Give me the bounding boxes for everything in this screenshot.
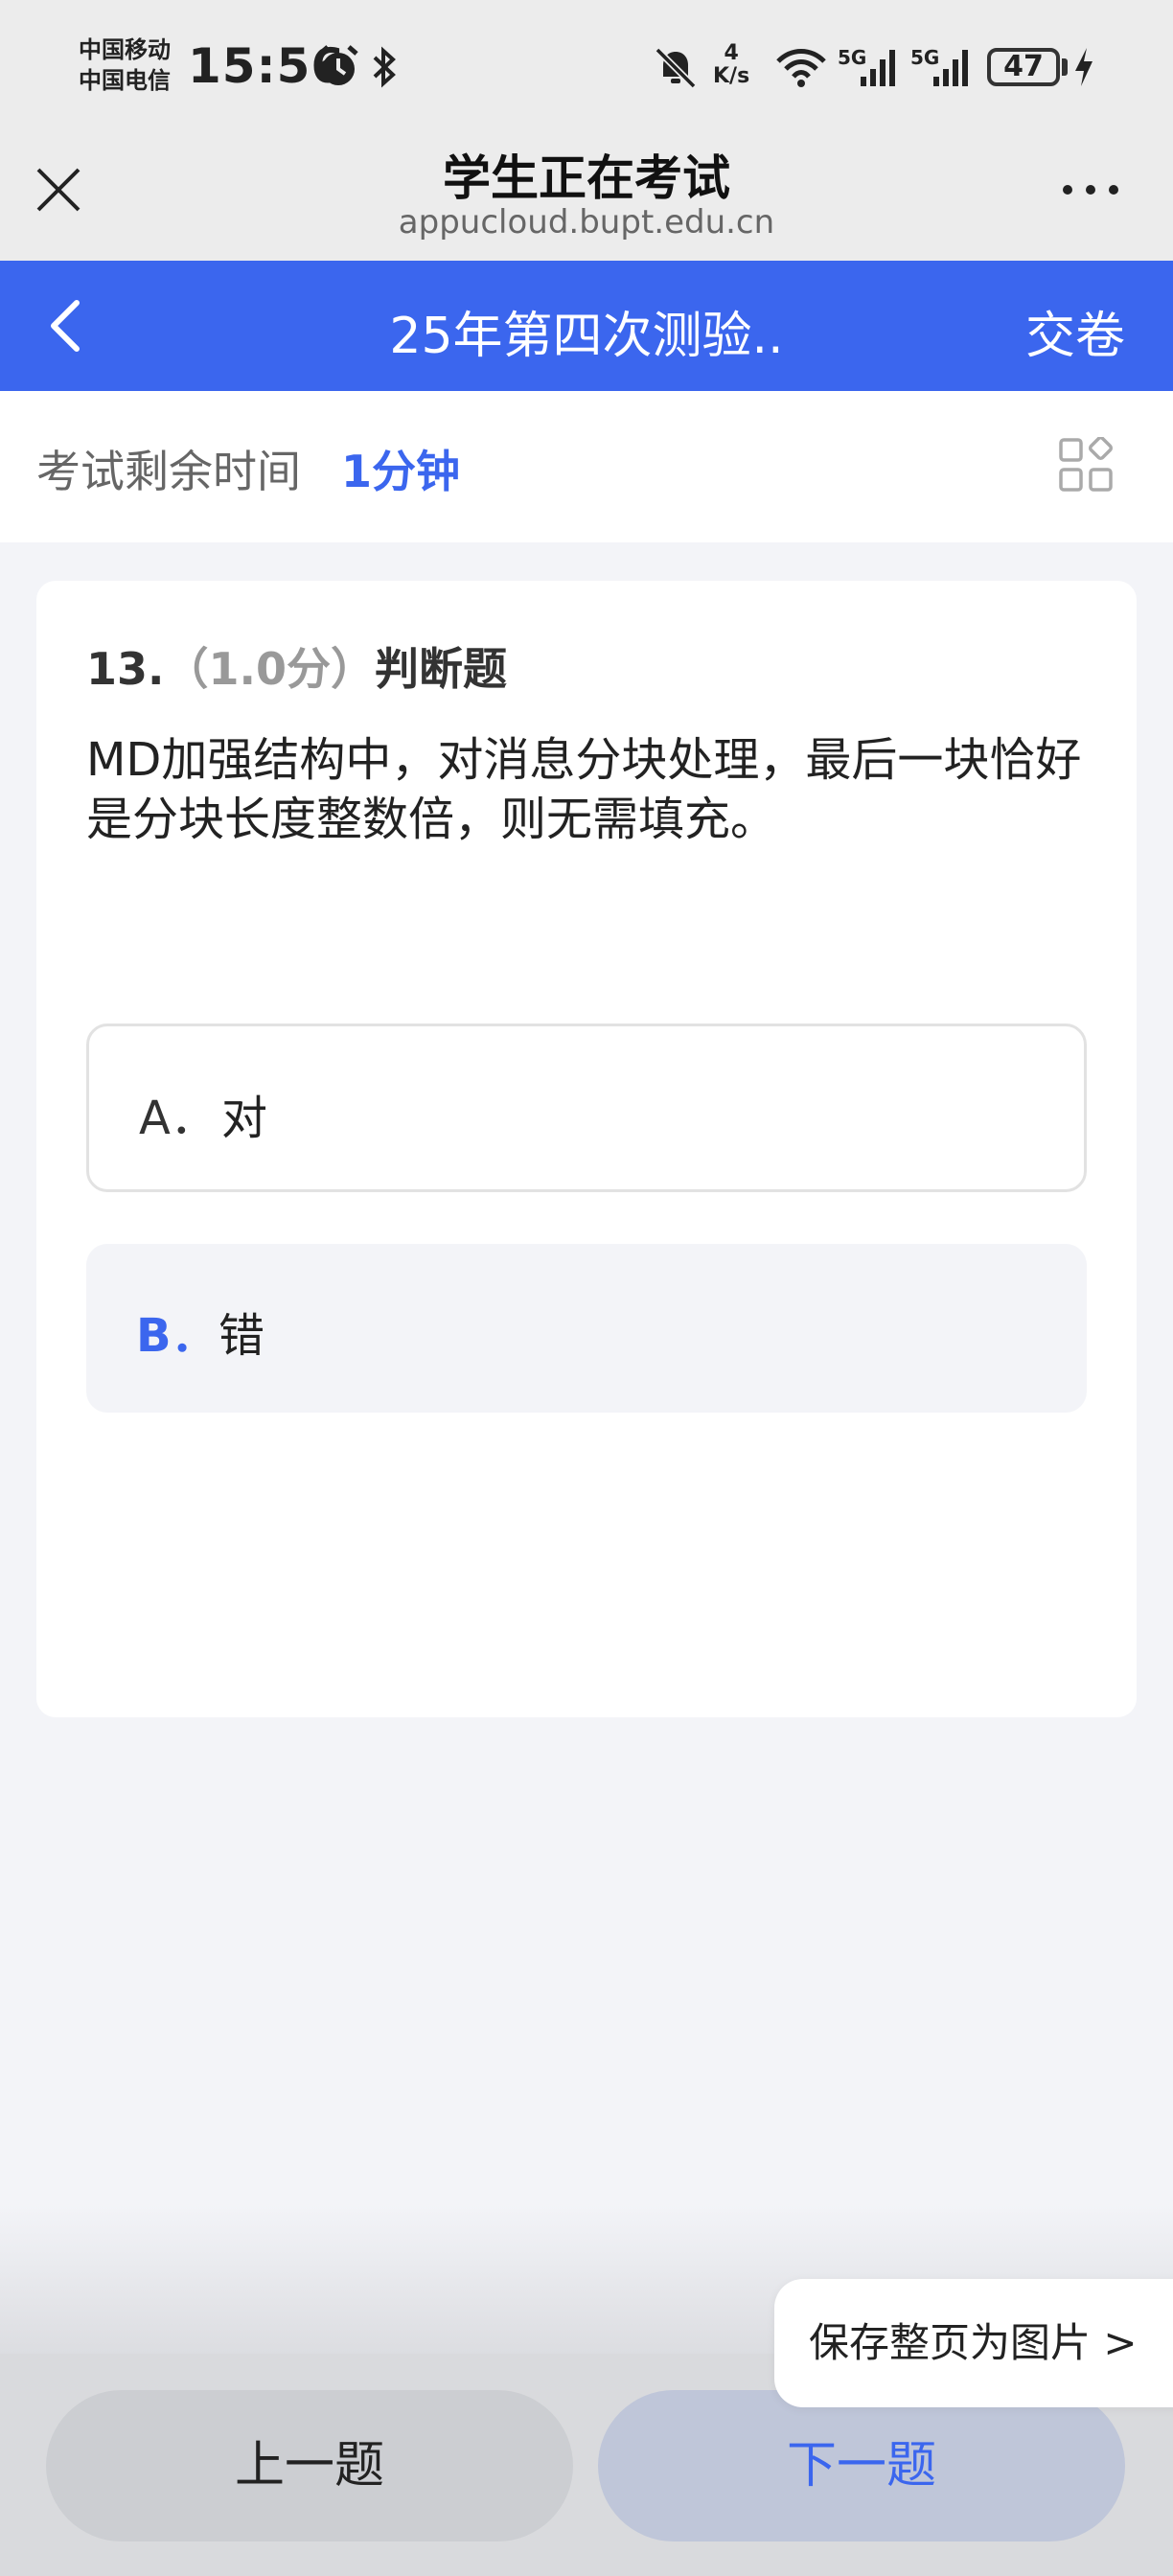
signal-icon <box>933 50 968 86</box>
option-letter: B． <box>136 1309 218 1363</box>
status-bar: 中国移动 中国电信 15:56 4 K/s 5G 5G 47 <box>0 0 1173 134</box>
timer-row: 考试剩余时间 1分钟 <box>0 391 1173 542</box>
exam-header: 25年第四次测验.. 交卷 <box>0 261 1173 391</box>
option-text: 对 <box>221 1092 268 1145</box>
alarm-icon <box>318 45 358 85</box>
net-speed-value: 4 <box>724 41 739 65</box>
question-card: 13.（1.0分）判断题 MD加强结构中，对消息分块处理，最后一块恰好是分块长度… <box>36 581 1137 1717</box>
save-page-as-image-button[interactable]: 保存整页为图片 > <box>774 2279 1173 2407</box>
exam-title: 25年第四次测验.. <box>389 308 784 365</box>
option-text: 错 <box>218 1309 265 1363</box>
bluetooth-icon <box>373 46 396 88</box>
wifi-icon <box>776 49 826 87</box>
question-number: 13. <box>86 643 165 695</box>
option-b-selected[interactable]: B． 错 <box>86 1244 1087 1413</box>
browser-bar: 学生正在考试 appucloud.bupt.edu.cn <box>0 134 1173 261</box>
battery-tip <box>1062 58 1068 76</box>
more-icon[interactable] <box>1060 180 1121 199</box>
page-url: appucloud.bupt.edu.cn <box>398 203 775 242</box>
option-a[interactable]: A． 对 <box>86 1024 1087 1192</box>
carrier-2: 中国电信 <box>79 67 171 94</box>
battery-icon: 47 <box>987 48 1060 86</box>
option-letter: A． <box>139 1092 217 1145</box>
charging-icon <box>1075 48 1092 86</box>
page-title: 学生正在考试 <box>443 150 730 206</box>
timer-value: 1分钟 <box>341 446 461 497</box>
question-text: MD加强结构中，对消息分块处理，最后一块恰好是分块长度整数倍，则无需填充。 <box>86 733 1082 846</box>
question-type: 判断题 <box>375 643 507 695</box>
submit-exam-button[interactable]: 交卷 <box>1025 295 1125 367</box>
mute-icon <box>655 47 697 89</box>
signal-icon <box>861 50 895 86</box>
net-speed: 4 K/s <box>713 42 749 88</box>
net-speed-unit: K/s <box>713 64 750 88</box>
carrier-1: 中国移动 <box>79 36 171 63</box>
question-score: （1.0分） <box>164 643 376 695</box>
timer-label: 考试剩余时间 <box>36 446 301 497</box>
answer-sheet-icon[interactable] <box>1058 437 1114 493</box>
carrier-labels: 中国移动 中国电信 <box>79 34 171 96</box>
question-header: 13.（1.0分）判断题 <box>86 634 507 698</box>
next-question-button[interactable]: 下一题 <box>598 2390 1125 2542</box>
previous-question-button[interactable]: 上一题 <box>46 2390 573 2542</box>
